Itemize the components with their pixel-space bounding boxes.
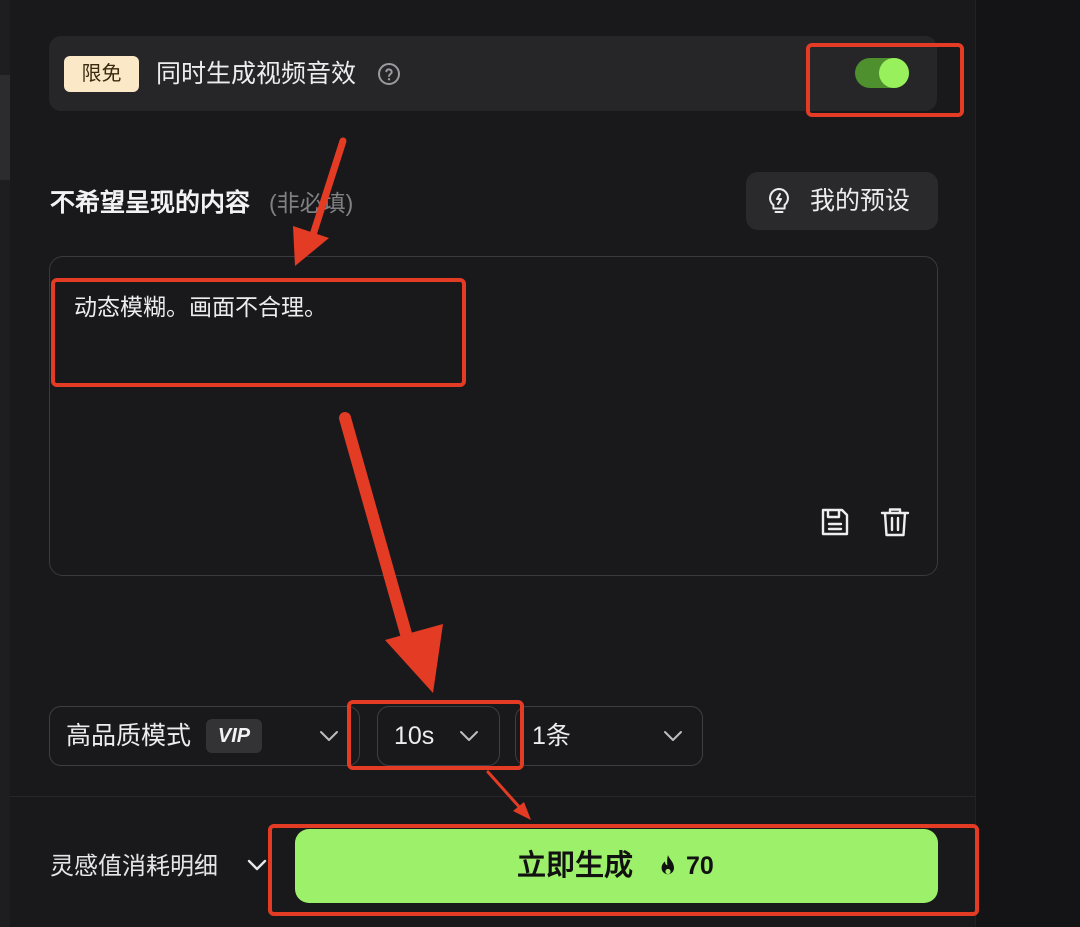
audio-effect-label: 同时生成视频音效 — [156, 60, 357, 88]
save-icon[interactable] — [818, 505, 852, 539]
question-circle-icon[interactable] — [377, 62, 401, 86]
chevron-down-icon — [664, 731, 682, 741]
chevron-down-icon — [320, 731, 338, 741]
right-area — [975, 0, 1080, 927]
footer-divider — [10, 796, 975, 797]
quality-mode-select[interactable]: 高品质模式 VIP — [49, 706, 360, 766]
negative-prompt-title: 不希望呈现的内容 — [50, 189, 251, 217]
my-presets-button[interactable]: 我的预设 — [746, 172, 938, 230]
annotation-box-toggle — [806, 43, 964, 117]
my-presets-label: 我的预设 — [810, 187, 911, 215]
trash-icon[interactable] — [878, 505, 912, 539]
annotation-box-duration — [347, 700, 524, 770]
free-badge: 限免 — [64, 56, 139, 92]
annotation-box-prompt — [51, 278, 466, 387]
vip-badge: VIP — [206, 719, 262, 753]
annotation-box-generate — [268, 824, 979, 916]
audio-effect-row: 限免 同时生成视频音效 — [49, 36, 937, 111]
screenshot-root: 限免 同时生成视频音效 不希望呈现的内容 (非必填) 我的预设 动态模糊。画面不… — [0, 0, 1080, 927]
chevron-down-icon[interactable] — [246, 856, 268, 874]
optional-hint: (非必填) — [269, 190, 354, 216]
lightbulb-icon — [769, 188, 789, 213]
cost-detail-toggle[interactable]: 灵感值消耗明细 — [50, 845, 218, 889]
scroll-indicator[interactable] — [0, 75, 10, 180]
count-value: 1条 — [532, 722, 571, 750]
quality-mode-label: 高品质模式 — [66, 722, 192, 750]
count-select[interactable]: 1条 — [515, 706, 703, 766]
